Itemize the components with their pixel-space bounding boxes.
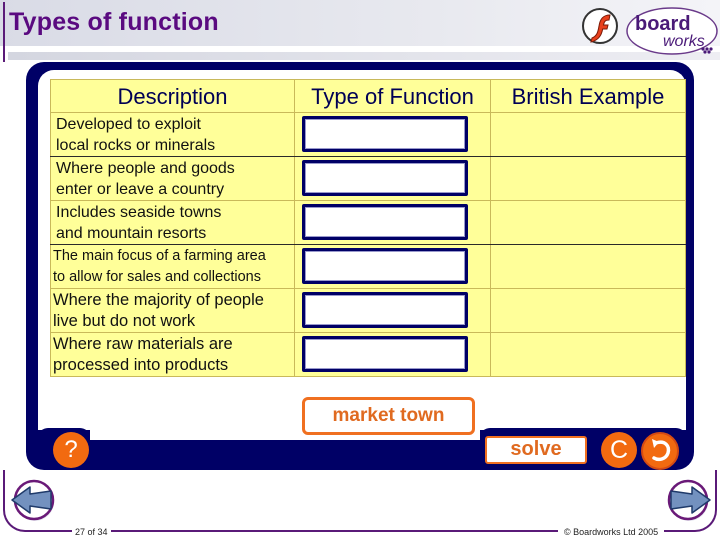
table-row: Where the majority of people live but do … [50, 288, 686, 333]
header-strip [8, 52, 720, 60]
function-table: Description Type of Function British Exa… [50, 79, 686, 377]
table-row: Includes seaside towns and mountain resor… [50, 200, 686, 245]
boardworks-logo-works: works [663, 33, 705, 50]
left-rule [3, 2, 5, 62]
header-description: Description [50, 79, 295, 113]
table-row: Where people and goods enter or leave a c… [50, 156, 686, 201]
table-row: Developed to exploit local rocks or miner… [50, 112, 686, 157]
function-drop-box[interactable] [302, 204, 468, 240]
example-cell [490, 156, 686, 201]
undo-button[interactable] [641, 432, 679, 470]
copyright-text: © Boardworks Ltd 2005 [558, 527, 665, 537]
draggable-answer-card[interactable]: market town [302, 397, 475, 435]
example-cell [490, 112, 686, 157]
boardworks-logo: board works [626, 7, 718, 55]
description-cell: Includes seaside towns and mountain resor… [50, 200, 295, 245]
function-drop-box[interactable] [302, 248, 468, 284]
footer-frame [3, 470, 717, 532]
table-row: Where raw materials are processed into pr… [50, 332, 686, 377]
type-cell [294, 288, 491, 333]
function-drop-box[interactable] [302, 336, 468, 372]
example-cell [490, 244, 686, 289]
function-drop-box[interactable] [302, 292, 468, 328]
type-cell [294, 244, 491, 289]
type-cell [294, 112, 491, 157]
table-row: The main focus of a farming area to allow… [50, 244, 686, 289]
next-slide-button[interactable] [666, 478, 712, 524]
header-british-example: British Example [490, 79, 686, 113]
function-drop-box[interactable] [302, 116, 468, 152]
panel-bottom-bar [90, 440, 480, 456]
type-cell [294, 156, 491, 201]
undo-arrow-icon [652, 439, 671, 462]
example-cell [490, 200, 686, 245]
help-button[interactable]: ? [53, 432, 89, 468]
example-cell [490, 332, 686, 377]
page-title: Types of function [9, 8, 219, 36]
description-cell: The main focus of a farming area to allow… [50, 244, 295, 289]
description-cell: Developed to exploit local rocks or miner… [50, 112, 295, 157]
reset-button[interactable]: C [601, 432, 637, 468]
type-cell [294, 200, 491, 245]
example-cell [490, 288, 686, 333]
description-cell: Where the majority of people live but do … [50, 288, 295, 333]
table-header-row: Description Type of Function British Exa… [50, 79, 686, 113]
function-drop-box[interactable] [302, 160, 468, 196]
page-indicator: 27 of 34 [72, 527, 111, 537]
boardworks-logo-board: board [635, 13, 691, 35]
flash-logo [582, 8, 618, 44]
solve-button[interactable]: solve [485, 436, 587, 464]
description-cell: Where raw materials are processed into pr… [50, 332, 295, 377]
type-cell [294, 332, 491, 377]
description-cell: Where people and goods enter or leave a c… [50, 156, 295, 201]
previous-slide-button[interactable] [10, 478, 56, 524]
header-type-of-function: Type of Function [294, 79, 491, 113]
